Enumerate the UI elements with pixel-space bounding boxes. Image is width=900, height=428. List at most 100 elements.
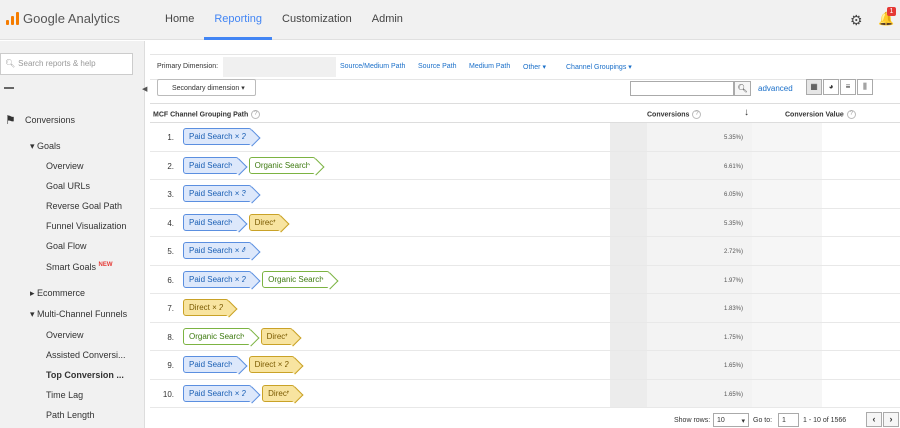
conversion-percent: 5.35%) [724, 135, 744, 141]
nav-reporting[interactable]: Reporting [204, 0, 273, 40]
dim-medium-path[interactable]: Medium Path [469, 63, 510, 70]
cell-conversion-value [752, 151, 822, 179]
pie-view-icon[interactable]: ◕ [823, 79, 839, 95]
channel-path: Organic Search Direct [183, 327, 299, 345]
channel-chip[interactable]: Direct [248, 213, 282, 231]
channel-chip[interactable]: Organic Search [248, 156, 317, 174]
table-row: 1. 5.35%) Paid Search × 2 [150, 123, 900, 152]
channel-chip[interactable]: Paid Search × 4 [183, 242, 253, 259]
col-header-path[interactable]: MCF Channel Grouping Path? [153, 110, 261, 119]
divider [4, 87, 14, 89]
sidebar-item-mcf-overview[interactable]: Overview [46, 330, 84, 340]
cell-conversion-value [752, 123, 822, 151]
gear-icon[interactable]: ⚙ [850, 12, 863, 29]
cell-blank [610, 237, 647, 265]
primary-dimension-label: Primary Dimension: [157, 63, 219, 70]
channel-chip[interactable]: Organic Search [183, 327, 251, 345]
prev-page-icon[interactable]: ‹ [866, 412, 882, 427]
dim-source-path[interactable]: Source Path [418, 63, 457, 70]
help-icon[interactable]: ? [251, 110, 261, 119]
sidebar-item-goals[interactable]: ▾ Goals [30, 141, 61, 152]
table-search-input[interactable] [630, 81, 734, 96]
collapse-sidebar-icon[interactable]: ◀ [142, 85, 147, 93]
search-icon[interactable]: 🔍︎ [734, 81, 751, 96]
help-icon[interactable]: ? [846, 110, 856, 119]
next-page-icon[interactable]: › [883, 412, 899, 427]
nav-admin[interactable]: Admin [362, 0, 413, 40]
show-rows-value: 10 [717, 417, 725, 424]
table-row: 7. 1.83%) Direct × 2 [150, 294, 900, 323]
channel-chip[interactable]: Paid Search × 2 [183, 270, 253, 288]
app-name: Google Analytics [23, 11, 120, 26]
table-footer: Show rows: 10 ▾ Go to: 1 1 - 10 of 1566 … [0, 411, 900, 428]
table-row: 5. 2.72%) Paid Search × 4 [150, 237, 900, 266]
show-rows-select[interactable]: 10 ▾ [713, 413, 749, 427]
cell-conversions [647, 294, 720, 322]
cell-blank [610, 265, 647, 293]
channel-path: Paid Search Direct [183, 213, 287, 231]
channel-chip[interactable]: Paid Search [183, 213, 239, 231]
channel-chip[interactable]: Paid Search × 3 [183, 185, 253, 202]
sidebar-item-goal-flow[interactable]: Goal Flow [46, 241, 87, 251]
goto-input[interactable]: 1 [778, 413, 799, 427]
sidebar-item-conversions[interactable]: Conversions [25, 115, 75, 125]
sidebar-item-assisted-conversions[interactable]: Assisted Conversi... [46, 350, 126, 360]
nav-customization[interactable]: Customization [272, 0, 362, 40]
channel-path: Direct × 2 [183, 299, 235, 316]
channel-chip[interactable]: Direct [260, 327, 294, 345]
channel-chip[interactable]: Direct × 2 [248, 356, 296, 373]
conversion-percent: 5.35%) [724, 220, 744, 227]
chevron-down-icon: ▾ [628, 64, 632, 71]
channel-chip[interactable]: Paid Search [183, 156, 239, 174]
help-icon[interactable]: ? [692, 110, 702, 119]
sidebar-item-goal-urls[interactable]: Goal URLs [46, 181, 90, 191]
row-number: 9. [167, 361, 174, 370]
channel-chip[interactable]: Direct × 2 [183, 299, 230, 316]
sidebar-search-input[interactable]: 🔍︎ Search reports & help [0, 53, 133, 75]
sidebar-item-top-conversion-paths[interactable]: Top Conversion ... [46, 370, 124, 380]
pagination-range: 1 - 10 of 1566 [803, 417, 847, 424]
sidebar-item-mcf[interactable]: ▾ Multi-Channel Funnels [30, 309, 127, 320]
advanced-filter-link[interactable]: advanced [758, 84, 793, 93]
channel-path: Paid Search × 2 Organic Search [183, 270, 336, 288]
row-number: 2. [167, 161, 174, 171]
dim-other[interactable]: Other ▾ [523, 63, 546, 71]
channel-chip[interactable]: Paid Search × 2 [183, 384, 253, 402]
channel-chip[interactable]: Paid Search [183, 356, 239, 373]
table-row: 2. 6.61%) Paid Search Organic Search [150, 151, 900, 180]
sidebar-item-funnel-visualization[interactable]: Funnel Visualization [46, 221, 126, 231]
cell-conversion-value [752, 265, 822, 293]
col-header-conversions[interactable]: Conversions? [647, 110, 702, 119]
channel-chip[interactable]: Paid Search × 2 [183, 128, 253, 145]
caret-down-icon: ▾ [30, 141, 38, 151]
sidebar-item-smart-goals[interactable]: Smart Goals NEW [46, 262, 113, 272]
sidebar-item-time-lag[interactable]: Time Lag [46, 390, 83, 400]
cell-conversions [647, 180, 720, 208]
sidebar-item-goals-overview[interactable]: Overview [46, 161, 84, 171]
dim-channel-groupings[interactable]: Channel Groupings ▾ [566, 63, 632, 71]
channel-chip[interactable]: Organic Search [262, 270, 330, 288]
table-row: 8. 1.75%) Organic Search Direct [150, 322, 900, 351]
analytics-logo-icon [6, 12, 19, 25]
sidebar-item-reverse-goal-path[interactable]: Reverse Goal Path [46, 201, 122, 211]
table-header: MCF Channel Grouping Path? Conversions? … [150, 104, 900, 123]
google-analytics-logo[interactable]: Google Analytics [6, 11, 120, 26]
sort-arrow-icon[interactable]: ↓ [744, 107, 749, 118]
cell-conversion-value [752, 208, 822, 236]
col-header-conversion-value[interactable]: Conversion Value? [785, 110, 856, 119]
cell-conversion-value [752, 379, 822, 407]
cell-blank [610, 151, 647, 179]
secondary-dimension-dropdown[interactable]: Secondary dimension ▾ [157, 79, 256, 96]
performance-view-icon[interactable]: ≡ [840, 79, 856, 95]
channel-chip[interactable]: Direct [262, 384, 296, 402]
nav-home[interactable]: Home [155, 0, 204, 40]
table-view-icon[interactable]: ▦ [806, 79, 822, 95]
row-number: 8. [167, 332, 174, 342]
sidebar-item-ecommerce[interactable]: ▸ Ecommerce [30, 288, 85, 299]
dim-channel-groupings-label: Channel Groupings [566, 64, 627, 71]
dim-source-medium-path[interactable]: Source/Medium Path [340, 63, 405, 70]
comparison-view-icon[interactable]: ⫼ [857, 79, 873, 95]
cell-blank [610, 180, 647, 208]
cell-conversions [647, 351, 720, 379]
conversion-percent: 1.65%) [724, 391, 744, 398]
